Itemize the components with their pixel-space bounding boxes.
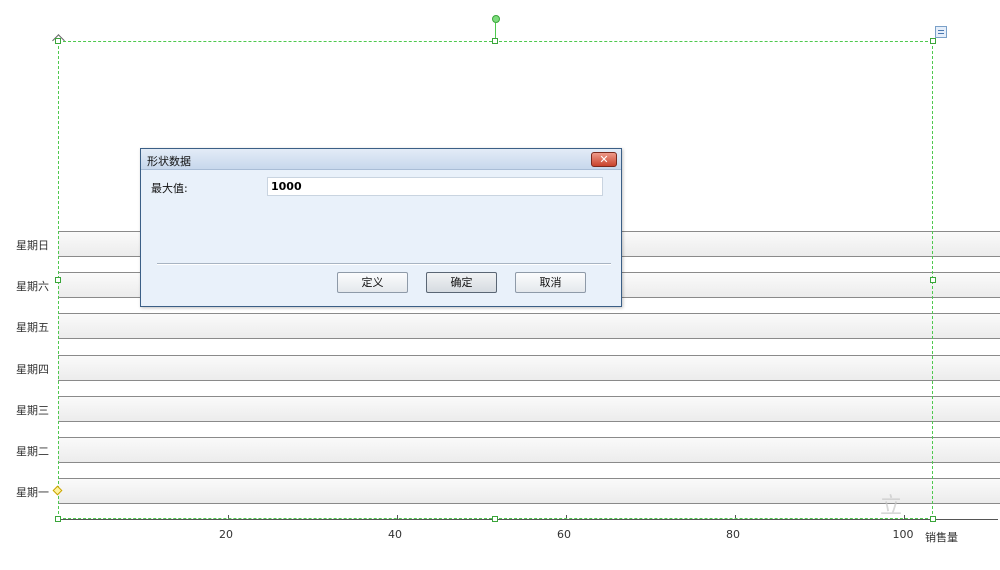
x-tick-label: 80 (726, 528, 740, 541)
x-tick-label: 40 (388, 528, 402, 541)
x-axis-line (58, 519, 998, 520)
resize-handle-right[interactable] (930, 277, 936, 283)
x-tick-label: 60 (557, 528, 571, 541)
category-label: 星期三 (16, 404, 49, 417)
resize-handle-left[interactable] (55, 277, 61, 283)
resize-handle-bottom[interactable] (492, 516, 498, 522)
x-tick-label: 20 (219, 528, 233, 541)
resize-handle-top[interactable] (492, 38, 498, 44)
rotation-handle[interactable] (492, 15, 500, 23)
x-tick-label: 100 (892, 528, 914, 541)
dialog-titlebar[interactable]: 形状数据 ✕ (141, 149, 621, 170)
category-label: 星期五 (16, 321, 49, 334)
watermark-logo: 立 (880, 494, 903, 519)
close-icon: ✕ (599, 153, 609, 166)
shape-data-dialog: 形状数据 ✕ 最大值: 定义 确定 取消 (140, 148, 622, 307)
close-button[interactable]: ✕ (591, 152, 617, 167)
x-axis-title: 销售量 (925, 531, 958, 544)
category-label: 星期日 (16, 239, 49, 252)
category-label: 星期六 (16, 280, 49, 293)
max-value-input[interactable] (267, 177, 603, 196)
category-label: 星期一 (16, 486, 49, 499)
category-label: 星期二 (16, 445, 49, 458)
cancel-button[interactable]: 取消 (515, 272, 586, 293)
shape-actions-icon[interactable] (935, 26, 947, 38)
max-value-label: 最大值: (151, 182, 188, 195)
dialog-separator (157, 263, 611, 265)
resize-handle-top-right[interactable] (930, 38, 936, 44)
resize-handle-bottom-right[interactable] (930, 516, 936, 522)
resize-handle-top-left[interactable] (55, 38, 61, 44)
ok-button[interactable]: 确定 (426, 272, 497, 293)
define-button[interactable]: 定义 (337, 272, 408, 293)
dialog-title: 形状数据 (147, 155, 191, 168)
category-label: 星期四 (16, 363, 49, 376)
resize-handle-bottom-left[interactable] (55, 516, 61, 522)
